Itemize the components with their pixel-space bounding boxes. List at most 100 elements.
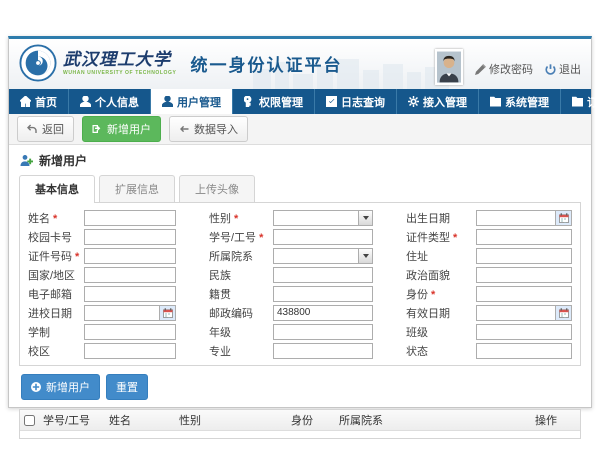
status-field [476, 343, 572, 359]
back-arrow-icon [27, 124, 37, 134]
identity-field [476, 286, 572, 302]
form-tabs: 基本信息 扩展信息 上传头像 [9, 175, 591, 202]
user-icon [80, 96, 91, 107]
field-label-political-status: 政治面貌 [406, 267, 476, 283]
email-input[interactable] [84, 286, 176, 302]
avatar[interactable] [435, 49, 463, 85]
change-password-link[interactable]: 修改密码 [475, 61, 533, 77]
change-password-label: 修改密码 [489, 61, 533, 77]
postal-code-input[interactable] [273, 305, 373, 321]
folder-icon [572, 96, 583, 107]
nav-tab-label: 接入管理 [423, 94, 467, 110]
field-label-ethnicity: 民族 [209, 267, 273, 283]
nav-tab-label: 用户管理 [177, 94, 221, 110]
campus-field [84, 343, 176, 359]
student-id-input[interactable] [273, 229, 373, 245]
id-type-input[interactable] [476, 229, 572, 245]
political-status-input[interactable] [476, 267, 572, 283]
col-actions: 操作 [532, 412, 580, 428]
add-user-toolbar-button[interactable]: 新增用户 [82, 116, 161, 142]
field-label-address: 住址 [406, 248, 476, 264]
name-input[interactable] [84, 210, 176, 226]
logout-link[interactable]: 退出 [545, 61, 581, 77]
nav-tab-subscription-management[interactable]: 订阅管理 [561, 89, 600, 114]
email-field [84, 286, 176, 302]
user-menu: 修改密码 退出 [435, 49, 581, 85]
dropdown-arrow-icon[interactable] [358, 249, 372, 263]
schooling-length-input[interactable] [84, 324, 176, 340]
nav-tab-personal-info[interactable]: 个人信息 [69, 89, 151, 114]
university-logo-icon [19, 44, 57, 82]
form-row: 校园卡号 学号/工号* 证件类型* [28, 227, 572, 246]
political-status-field [476, 267, 572, 283]
native-place-input[interactable] [273, 286, 373, 302]
select-all-checkbox[interactable] [24, 415, 35, 426]
nav-tab-home[interactable]: 首页 [9, 89, 69, 114]
identity-input[interactable] [476, 286, 572, 302]
dropdown-arrow-icon[interactable] [358, 211, 372, 225]
nav-tab-label: 首页 [35, 94, 57, 110]
university-name: 武汉理工大学 [63, 51, 176, 70]
tab-extended-info[interactable]: 扩展信息 [99, 175, 175, 202]
brand: 武汉理工大学 WUHAN UNIVERSITY OF TECHNOLOGY 统一… [19, 44, 342, 82]
logout-label: 退出 [559, 61, 581, 77]
field-label-department: 所属院系 [209, 248, 273, 264]
calendar-icon[interactable] [555, 211, 571, 225]
calendar-icon[interactable] [159, 306, 175, 320]
field-label-student-id: 学号/工号* [209, 229, 273, 245]
country-region-input[interactable] [84, 267, 176, 283]
nav-tab-permission-management[interactable]: 权限管理 [233, 89, 315, 114]
field-label-valid-date: 有效日期 [406, 305, 476, 321]
calendar-icon[interactable] [555, 306, 571, 320]
address-input[interactable] [476, 248, 572, 264]
grade-input[interactable] [273, 324, 373, 340]
class-input[interactable] [476, 324, 572, 340]
reset-button[interactable]: 重置 [106, 374, 148, 400]
field-label-country-region: 国家/地区 [28, 267, 84, 283]
field-label-id-number: 证件号码* [28, 248, 84, 264]
native-place-field [273, 286, 373, 302]
tab-basic-info[interactable]: 基本信息 [19, 175, 95, 203]
col-student-id: 学号/工号 [40, 412, 106, 428]
app-window: 武汉理工大学 WUHAN UNIVERSITY OF TECHNOLOGY 统一… [8, 36, 592, 408]
back-button[interactable]: 返回 [17, 116, 74, 142]
field-label-email: 电子邮箱 [28, 286, 84, 302]
field-label-birth-date: 出生日期 [406, 210, 476, 226]
campus-input[interactable] [84, 343, 176, 359]
ethnicity-input[interactable] [273, 267, 373, 283]
field-label-gender: 性别* [209, 210, 273, 226]
user-icon [162, 96, 173, 107]
field-label-schooling-length: 学制 [28, 324, 84, 340]
major-field [273, 343, 373, 359]
user-table-empty-body [20, 431, 580, 438]
campus-card-no-input[interactable] [84, 229, 176, 245]
header: 武汉理工大学 WUHAN UNIVERSITY OF TECHNOLOGY 统一… [9, 39, 591, 89]
status-input[interactable] [476, 343, 572, 359]
tab-upload-avatar[interactable]: 上传头像 [179, 175, 255, 202]
id-number-input[interactable] [84, 248, 176, 264]
gender-field [273, 210, 373, 226]
major-input[interactable] [273, 343, 373, 359]
field-label-grade: 年级 [209, 324, 273, 340]
plus-circle-icon [31, 382, 41, 392]
data-import-label: 数据导入 [194, 121, 238, 137]
nav-tab-label: 权限管理 [259, 94, 303, 110]
birth-date-field [476, 210, 572, 226]
department-field [273, 248, 373, 264]
main-nav: 首页 个人信息 用户管理 权限管理 日志查询 接入管理 系统管理 [9, 89, 591, 114]
id-type-field [476, 229, 572, 245]
data-import-button[interactable]: 数据导入 [169, 116, 248, 142]
nav-tab-access-management[interactable]: 接入管理 [397, 89, 479, 114]
nav-tab-user-management[interactable]: 用户管理 [151, 89, 233, 114]
form-row: 进校日期 邮政编码 有效日期 [28, 303, 572, 322]
nav-tab-system-management[interactable]: 系统管理 [479, 89, 561, 114]
class-field [476, 324, 572, 340]
toolbar: 返回 新增用户 数据导入 [9, 114, 591, 145]
form-row: 电子邮箱 籍贯 身份* [28, 284, 572, 303]
student-id-field [273, 229, 373, 245]
add-user-toolbar-label: 新增用户 [107, 121, 151, 137]
nav-tab-log-query[interactable]: 日志查询 [315, 89, 397, 114]
section-header: 新增用户 [9, 145, 591, 172]
submit-add-user-button[interactable]: 新增用户 [21, 374, 100, 400]
reset-label: 重置 [116, 379, 138, 395]
